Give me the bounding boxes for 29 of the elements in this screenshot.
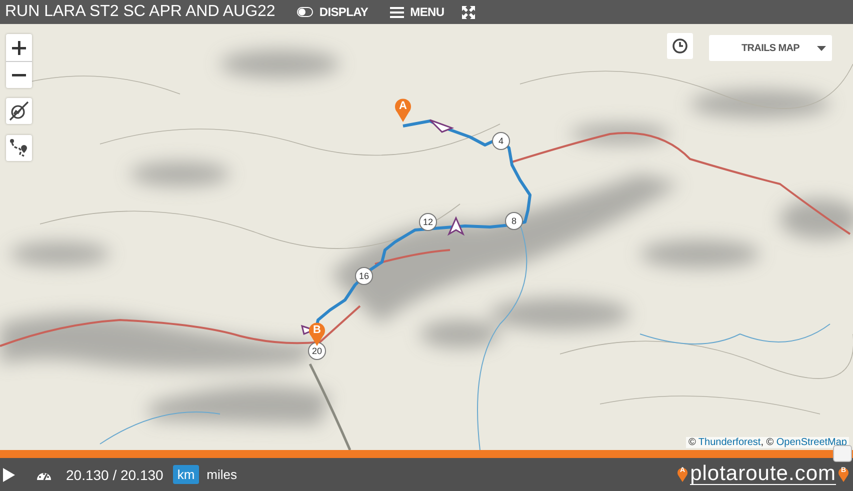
unit-toggle[interactable]: miles — [202, 465, 241, 484]
caret-icon — [817, 46, 826, 51]
plus-icon — [12, 40, 26, 54]
route-title: RUN LARA ST2 SC APR AND AUG22 — [5, 3, 276, 21]
history-button[interactable] — [667, 33, 693, 59]
menu-icon — [390, 6, 404, 18]
map-layer-dropdown[interactable]: TRAILS MAP — [709, 35, 832, 61]
end-pin: B — [308, 322, 326, 346]
route-tool-button[interactable] — [6, 135, 32, 161]
attribution-text: © Thunderforest, © OpenStreetMap — [686, 437, 849, 448]
measure-button[interactable] — [6, 98, 32, 124]
distance-readout: 20.130 / 20.130 — [66, 466, 164, 482]
direction-arrow-icon — [447, 216, 465, 236]
attribution-link[interactable]: Thunderforest — [698, 437, 761, 448]
play-button[interactable] — [0, 466, 16, 482]
play-icon — [2, 466, 16, 482]
menu-button[interactable]: MENU — [390, 5, 444, 19]
toggle-switch-icon — [297, 7, 314, 17]
clock-icon — [672, 38, 688, 54]
route-pin-icon — [9, 138, 29, 158]
fullscreen-icon — [462, 6, 476, 18]
start-pin: A — [394, 98, 412, 122]
display-toggle[interactable]: DISPLAY — [297, 5, 368, 19]
fullscreen-button[interactable] — [462, 6, 476, 18]
unit-toggle[interactable]: km — [173, 465, 199, 484]
attribution-link[interactable]: OpenStreetMap — [776, 437, 847, 448]
direction-arrow-icon — [429, 119, 454, 133]
measure-route-icon — [9, 101, 29, 121]
logo-text: plotaroute.com — [690, 464, 836, 485]
